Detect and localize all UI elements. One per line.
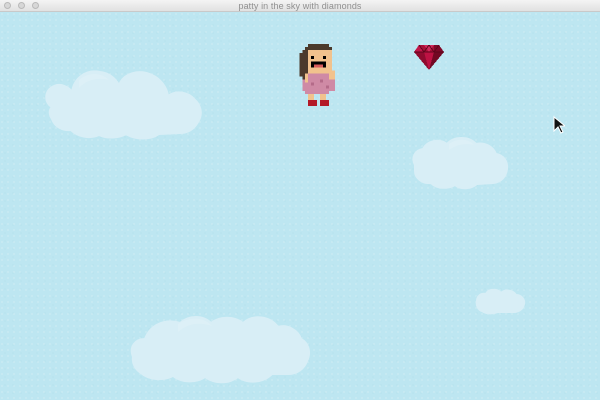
sky-game-scene[interactable]	[0, 12, 600, 400]
patty-character-sprite[interactable]	[296, 44, 344, 106]
large-cloud-lower-center	[130, 316, 310, 384]
large-cloud-upper-left	[45, 70, 202, 140]
window-titlebar: patty in the sky with diamonds	[0, 0, 600, 12]
mouse-pointer-icon	[553, 116, 565, 134]
small-cloud-lower-right	[475, 288, 526, 315]
cloud-right-middle	[412, 137, 509, 190]
window-title: patty in the sky with diamonds	[238, 1, 362, 11]
red-diamond-gem[interactable]	[414, 45, 444, 70]
game-window: patty in the sky with diamonds	[0, 0, 600, 400]
